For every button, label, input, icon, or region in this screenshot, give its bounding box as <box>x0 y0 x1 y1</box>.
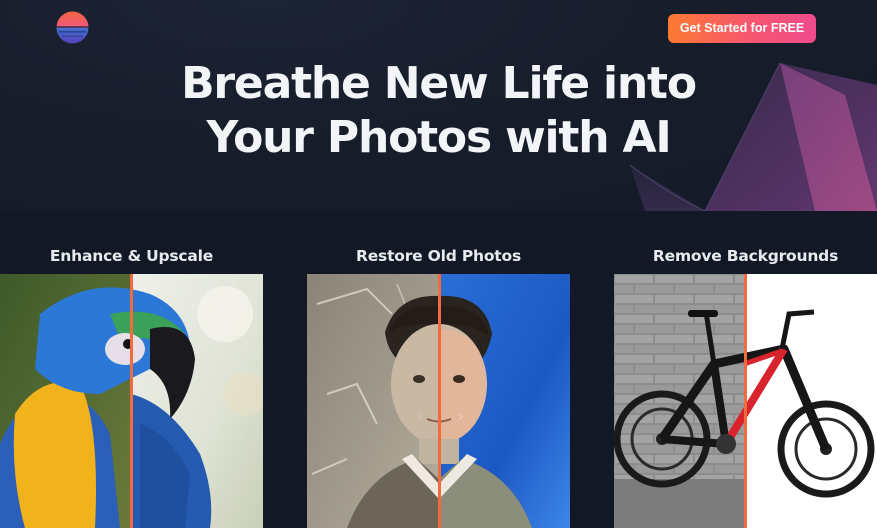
before-after-divider[interactable] <box>744 274 747 528</box>
slider-left-arrow-icon: ‹ <box>417 406 424 427</box>
before-after-divider[interactable] <box>130 274 133 528</box>
sunset-logo-icon[interactable] <box>55 11 90 44</box>
feature-title-enhance: Enhance & Upscale <box>49 247 214 265</box>
feature-title-restore: Restore Old Photos <box>356 247 521 265</box>
page-headline: Breathe New Life into Your Photos with A… <box>0 57 877 165</box>
enhance-before-after-image[interactable] <box>0 274 263 528</box>
before-after-divider[interactable] <box>438 274 441 528</box>
feature-title-remove-bg: Remove Backgrounds <box>652 247 839 265</box>
restore-before-after-image[interactable]: ‹ › <box>307 274 570 528</box>
remove-bg-before-after-image[interactable] <box>614 274 877 528</box>
headline-line-2: Your Photos with AI <box>206 112 672 163</box>
features-section: Enhance & Upscale Restore Old Photos ‹ ›… <box>0 211 877 528</box>
slider-right-arrow-icon: › <box>457 406 464 427</box>
hero-section: Get Started for FREE Breathe New Life in… <box>0 0 877 211</box>
headline-line-1: Breathe New Life into <box>181 58 697 109</box>
get-started-button[interactable]: Get Started for FREE <box>668 14 816 43</box>
